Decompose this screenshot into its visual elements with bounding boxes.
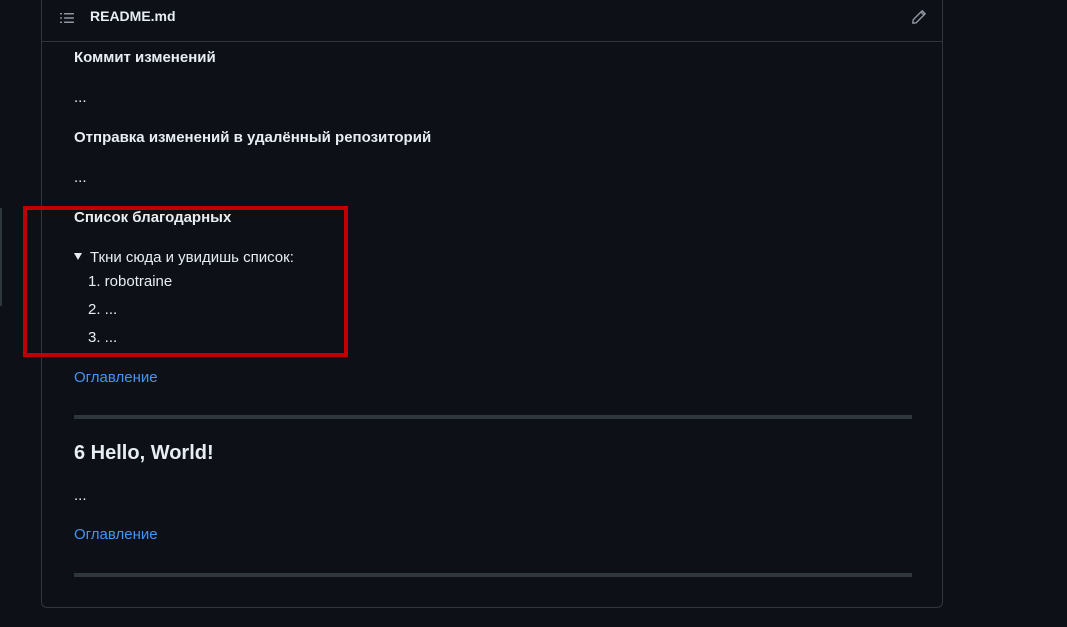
divider xyxy=(74,573,912,577)
file-name: README.md xyxy=(90,8,176,24)
hello-text: ... xyxy=(74,487,87,504)
push-text: ... xyxy=(74,169,87,186)
pencil-icon[interactable] xyxy=(911,9,927,25)
highlight-box xyxy=(23,206,348,357)
commit-heading: Коммит изменений xyxy=(74,49,216,66)
panel-edge xyxy=(0,208,2,306)
hello-heading: 6 Hello, World! xyxy=(74,442,214,464)
toc-link[interactable]: Оглавление xyxy=(74,369,158,386)
page: README.md Коммит изменений ... Отправка … xyxy=(0,0,1067,627)
readme-header: README.md xyxy=(42,0,942,42)
toc-link[interactable]: Оглавление xyxy=(74,526,158,543)
divider xyxy=(74,415,912,419)
list-unordered-icon[interactable] xyxy=(59,10,75,26)
push-heading: Отправка изменений в удалённый репозитор… xyxy=(74,129,432,146)
commit-text: ... xyxy=(74,89,87,106)
